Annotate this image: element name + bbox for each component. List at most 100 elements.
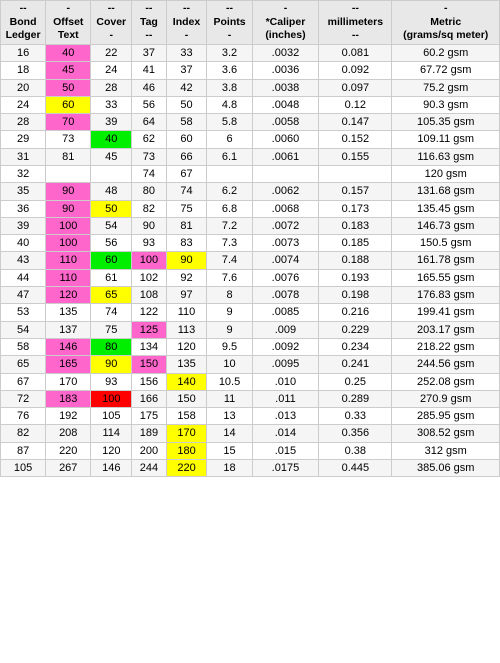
- table-cell: 105: [91, 408, 132, 425]
- table-cell: 33: [91, 96, 132, 113]
- table-cell: 120: [166, 338, 207, 355]
- table-cell: 150: [166, 390, 207, 407]
- table-cell: 110: [46, 269, 91, 286]
- table-cell: .013: [252, 408, 319, 425]
- table-cell: 100: [91, 390, 132, 407]
- paper-weight-table: --BondLedger -OffsetText --Cover- --Tag-…: [0, 0, 500, 477]
- table-cell: 203.17 gsm: [392, 321, 500, 338]
- table-cell: .0058: [252, 114, 319, 131]
- table-cell: 100: [46, 217, 91, 234]
- table-row: 53135741221109.00850.216199.41 gsm: [1, 304, 500, 321]
- table-cell: 90: [166, 252, 207, 269]
- table-cell: 270.9 gsm: [392, 390, 500, 407]
- table-cell: 176.83 gsm: [392, 287, 500, 304]
- table-cell: .0032: [252, 44, 319, 61]
- table-cell: 135: [166, 356, 207, 373]
- header-points: --Points-: [207, 1, 252, 45]
- table-cell: [252, 166, 319, 183]
- table-cell: 308.52 gsm: [392, 425, 500, 442]
- header-cover: --Cover-: [91, 1, 132, 45]
- table-cell: 82: [132, 200, 166, 217]
- table-row: 58146801341209.5.00920.234218.22 gsm: [1, 338, 500, 355]
- table-cell: 75: [91, 321, 132, 338]
- table-cell: 47: [1, 287, 46, 304]
- table-cell: 0.445: [319, 460, 392, 477]
- table-cell: 244.56 gsm: [392, 356, 500, 373]
- table-cell: 110: [166, 304, 207, 321]
- table-cell: 3.8: [207, 79, 252, 96]
- table-cell: 113: [166, 321, 207, 338]
- header-mm: --millimeters--: [319, 1, 392, 45]
- table-cell: 74: [91, 304, 132, 321]
- table-cell: 37: [166, 62, 207, 79]
- table-cell: .0062: [252, 183, 319, 200]
- header-caliper: -*Caliper(inches): [252, 1, 319, 45]
- table-cell: 114: [91, 425, 132, 442]
- table-cell: 150.5 gsm: [392, 235, 500, 252]
- table-cell: 131.68 gsm: [392, 183, 500, 200]
- table-cell: .0072: [252, 217, 319, 234]
- table-row: 10526714624422018.01750.445385.06 gsm: [1, 460, 500, 477]
- table-cell: 146.73 gsm: [392, 217, 500, 234]
- table-cell: 150: [132, 356, 166, 373]
- table-cell: 81: [46, 148, 91, 165]
- table-cell: [207, 166, 252, 183]
- table-cell: 105: [1, 460, 46, 477]
- table-cell: 50: [46, 79, 91, 96]
- table-cell: 87: [1, 442, 46, 459]
- table-cell: 6.1: [207, 148, 252, 165]
- table-cell: 65: [1, 356, 46, 373]
- table-cell: 137: [46, 321, 91, 338]
- table-cell: 0.33: [319, 408, 392, 425]
- table-cell: 200: [132, 442, 166, 459]
- table-cell: 120: [91, 442, 132, 459]
- table-cell: 116.63 gsm: [392, 148, 500, 165]
- table-cell: 158: [166, 408, 207, 425]
- table-cell: 53: [1, 304, 46, 321]
- table-cell: 10: [207, 356, 252, 373]
- table-cell: 252.08 gsm: [392, 373, 500, 390]
- table-cell: 90: [91, 356, 132, 373]
- table-cell: 66: [166, 148, 207, 165]
- table-cell: 208: [46, 425, 91, 442]
- table-cell: 75.2 gsm: [392, 79, 500, 96]
- table-cell: 0.25: [319, 373, 392, 390]
- table-cell: 192: [46, 408, 91, 425]
- table-cell: 58: [166, 114, 207, 131]
- table-cell: 189: [132, 425, 166, 442]
- table-cell: 9: [207, 321, 252, 338]
- table-cell: 56: [91, 235, 132, 252]
- table-cell: 60: [91, 252, 132, 269]
- table-cell: .014: [252, 425, 319, 442]
- table-cell: 0.152: [319, 131, 392, 148]
- table-cell: 35: [1, 183, 46, 200]
- table-cell: 43: [1, 252, 46, 269]
- table-cell: 161.78 gsm: [392, 252, 500, 269]
- table-cell: 60.2 gsm: [392, 44, 500, 61]
- table-cell: 0.234: [319, 338, 392, 355]
- table-cell: 45: [91, 148, 132, 165]
- table-cell: 46: [132, 79, 166, 96]
- table-cell: 110: [46, 252, 91, 269]
- table-cell: [46, 166, 91, 183]
- table-cell: 166: [132, 390, 166, 407]
- table-cell: 93: [132, 235, 166, 252]
- table-cell: .0048: [252, 96, 319, 113]
- table-cell: 385.06 gsm: [392, 460, 500, 477]
- table-cell: 40: [1, 235, 46, 252]
- table-cell: 74: [132, 166, 166, 183]
- table-cell: 90: [132, 217, 166, 234]
- table-cell: 220: [166, 460, 207, 477]
- table-cell: 0.188: [319, 252, 392, 269]
- table-row: 36905082756.8.00680.173135.45 gsm: [1, 200, 500, 217]
- table-cell: 33: [166, 44, 207, 61]
- table-cell: 220: [46, 442, 91, 459]
- table-cell: 0.198: [319, 287, 392, 304]
- table-cell: 64: [132, 114, 166, 131]
- table-row: 8722012020018015.0150.38312 gsm: [1, 442, 500, 459]
- table-cell: [319, 166, 392, 183]
- table-cell: 180: [166, 442, 207, 459]
- table-cell: 81: [166, 217, 207, 234]
- table-cell: .009: [252, 321, 319, 338]
- table-cell: .0038: [252, 79, 319, 96]
